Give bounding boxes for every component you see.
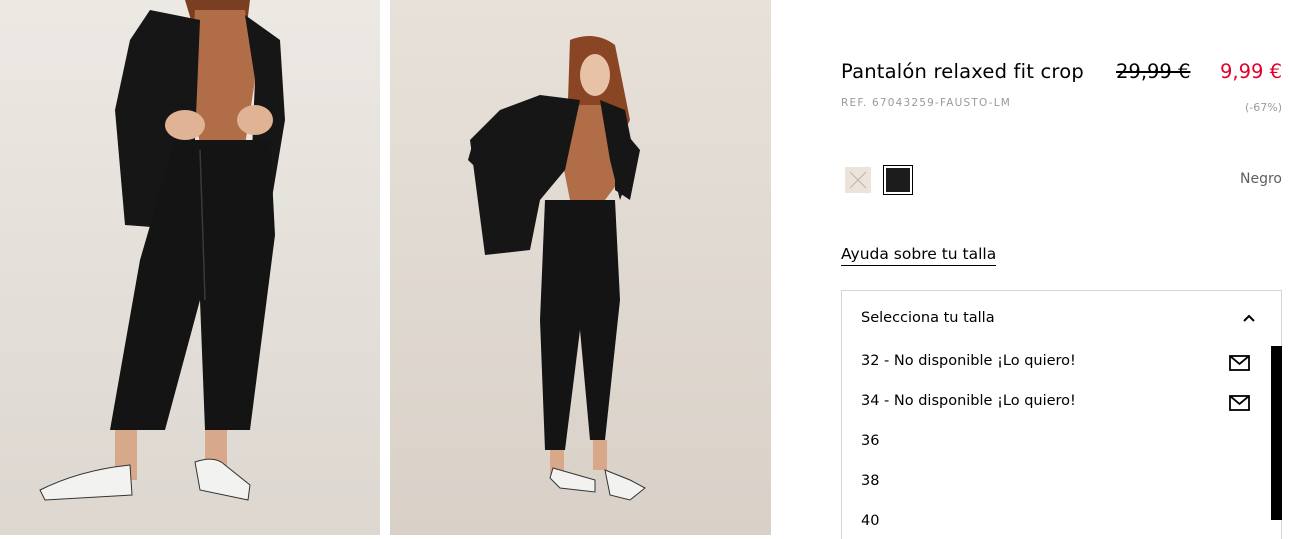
size-option-label: 40 [861,513,880,529]
discount-badge: (-67%) [1244,101,1282,114]
size-option-label: 34 - No disponible ¡Lo quiero! [861,393,1076,409]
size-option-label: 38 [861,473,880,489]
size-dropdown-toggle[interactable]: Selecciona tu talla [842,291,1281,347]
size-help-link[interactable]: Ayuda sobre tu talla [841,245,997,266]
color-swatch-negro[interactable] [883,165,913,195]
size-dropdown: Selecciona tu talla 32 - No disponible ¡… [841,290,1282,539]
mail-icon[interactable] [1229,395,1250,411]
product-info-panel: Pantalón relaxed fit crop 29,99 € 9,99 €… [841,0,1282,539]
size-list-scrollbar[interactable] [1271,346,1282,520]
unavailable-cross-icon [849,171,867,189]
selected-color-name: Negro [1240,171,1282,187]
product-photo-side[interactable] [390,0,771,535]
mail-icon[interactable] [1229,355,1250,371]
size-dropdown-placeholder: Selecciona tu talla [861,310,995,326]
product-title: Pantalón relaxed fit crop [841,60,1084,83]
size-option-36[interactable]: 36 [842,423,1262,463]
old-price: 29,99 € [1116,60,1191,83]
swatch-fill [886,168,910,192]
sale-price: 9,99 € [1219,60,1282,83]
product-reference: REF. 67043259-FAUSTO-LM [841,97,1012,109]
size-option-label: 32 - No disponible ¡Lo quiero! [861,353,1076,369]
chevron-up-icon [1242,313,1256,323]
size-option-38[interactable]: 38 [842,463,1262,503]
size-option-label: 36 [861,433,880,449]
product-photo-front[interactable] [0,0,380,535]
size-option-34[interactable]: 34 - No disponible ¡Lo quiero! [842,383,1262,423]
color-swatch-beige-unavailable[interactable] [845,167,871,193]
title-price-row: Pantalón relaxed fit crop 29,99 € 9,99 € [841,60,1282,90]
size-option-32[interactable]: 32 - No disponible ¡Lo quiero! [842,343,1262,383]
size-option-40[interactable]: 40 [842,503,1262,539]
